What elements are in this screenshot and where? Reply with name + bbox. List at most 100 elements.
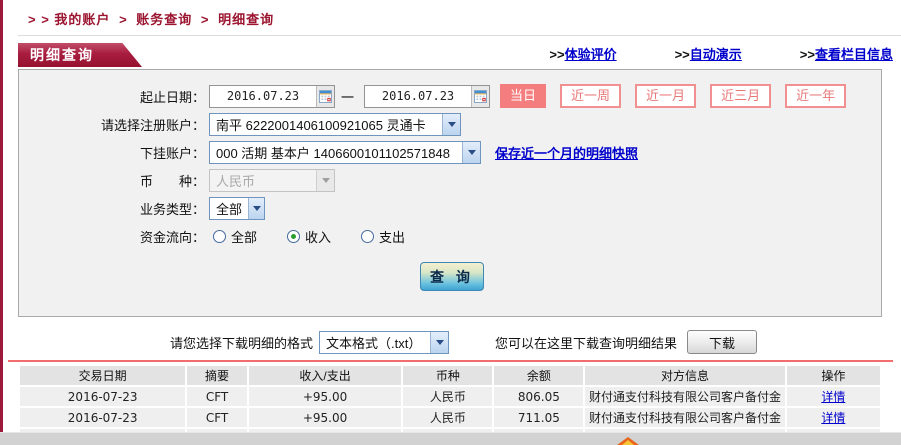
fund-flow-label: 资金流向： bbox=[139, 229, 205, 245]
date-from-value: 2016.07.23 bbox=[226, 89, 300, 103]
cell-counterparty: 财付通支付科技有限公司客户备付金 bbox=[585, 387, 785, 406]
sub-account-select[interactable]: 000 活期 基本户 1406600101102571848 bbox=[209, 140, 481, 164]
header-links: >>体验评价 >>自动演示 >>查看栏目信息 bbox=[549, 44, 893, 67]
pointer-tip-icon bbox=[617, 437, 639, 445]
breadcrumb-prefix: > > bbox=[28, 12, 50, 27]
table-header-row: 交易日期 摘要 收入/支出 币种 余额 对方信息 操作 bbox=[20, 366, 880, 385]
table-top-divider bbox=[8, 360, 893, 362]
col-header-date: 交易日期 bbox=[20, 366, 186, 385]
quick-range-year-button[interactable]: 近一年 bbox=[785, 84, 847, 108]
chevron-down-icon bbox=[316, 169, 334, 191]
download-row: 请您选择下载明细的格式 文本格式（.txt） 您可以在这里下载查询明细结果 下载 bbox=[170, 330, 882, 354]
query-button[interactable]: 查 询 bbox=[420, 262, 484, 291]
cell-date: 2016-07-23 bbox=[20, 387, 186, 406]
cell-amount: +95.00 bbox=[248, 408, 402, 427]
breadcrumb-item-my-account[interactable]: 我的账户 bbox=[54, 12, 110, 27]
cell-action: 详情 bbox=[786, 408, 880, 427]
date-range-label: 起止日期： bbox=[139, 89, 205, 105]
download-format-select[interactable]: 文本格式（.txt） bbox=[319, 330, 450, 354]
download-hint: 您可以在这里下载查询明细结果 bbox=[495, 335, 678, 351]
cell-counterparty: 财付通支付科技有限公司客户备付金 bbox=[585, 408, 785, 427]
header-divider bbox=[18, 35, 901, 36]
radio-flow-income[interactable]: 收入 bbox=[287, 227, 331, 246]
sub-account-row: 下挂账户： 000 活期 基本户 1406600101102571848 保存近… bbox=[19, 138, 881, 166]
sub-account-label: 下挂账户： bbox=[139, 145, 205, 161]
biz-type-row: 业务类型： 全部 bbox=[19, 194, 881, 222]
col-header-action: 操作 bbox=[786, 366, 880, 385]
currency-select-disabled: 人民币 bbox=[209, 168, 335, 192]
radio-icon bbox=[213, 229, 226, 243]
cell-summary: CFT bbox=[187, 387, 247, 406]
calendar-icon[interactable] bbox=[471, 85, 490, 107]
calendar-icon-glyph bbox=[474, 89, 488, 103]
chevron-down-icon bbox=[442, 113, 460, 135]
cell-currency: 人民币 bbox=[403, 387, 493, 406]
cell-action: 详情 bbox=[786, 387, 880, 406]
quick-range-week-button[interactable]: 近一周 bbox=[560, 84, 622, 108]
radio-flow-all[interactable]: 全部 bbox=[213, 227, 257, 246]
download-format-value: 文本格式（.txt） bbox=[326, 335, 422, 351]
registered-account-row: 请选择注册账户： 南平 6222001406100921065 灵通卡 bbox=[19, 110, 881, 138]
breadcrumb-separator: > bbox=[119, 12, 128, 27]
radio-icon bbox=[287, 229, 301, 243]
cell-balance: 806.05 bbox=[494, 387, 584, 406]
calendar-icon[interactable] bbox=[316, 85, 334, 107]
date-to-input[interactable]: 2016.07.23 bbox=[364, 84, 491, 108]
currency-row: 币 种： 人民币 bbox=[19, 166, 881, 194]
quick-range-today-button[interactable]: 当日 bbox=[500, 84, 547, 108]
col-header-currency: 币种 bbox=[403, 366, 493, 385]
breadcrumb-item-account-query[interactable]: 账务查询 bbox=[136, 12, 192, 27]
registered-account-select[interactable]: 南平 6222001406100921065 灵通卡 bbox=[209, 112, 461, 136]
table-row: 2016-07-23 CFT +95.00 人民币 711.05 财付通支付科技… bbox=[20, 408, 880, 427]
tab-row: 明细查询 >>体验评价 >>自动演示 >>查看栏目信息 bbox=[18, 42, 893, 67]
calendar-icon-glyph bbox=[319, 89, 332, 103]
link-auto-demo[interactable]: >>自动演示 bbox=[675, 44, 742, 63]
biz-type-value: 全部 bbox=[216, 201, 243, 217]
biz-type-label: 业务类型： bbox=[139, 201, 205, 217]
tab-detail-query[interactable]: 明细查询 bbox=[18, 43, 114, 67]
date-to-value: 2016.07.23 bbox=[381, 89, 455, 103]
breadcrumb: > > 我的账户 > 账务查询 > 明细查询 bbox=[0, 0, 901, 28]
breadcrumb-separator: > bbox=[200, 12, 210, 27]
currency-value: 人民币 bbox=[216, 173, 256, 189]
date-range-dash: 一 bbox=[341, 89, 355, 105]
bottom-scrollbar-strip[interactable] bbox=[0, 432, 901, 445]
radio-flow-expense[interactable]: 支出 bbox=[361, 227, 405, 246]
col-header-summary: 摘要 bbox=[187, 366, 247, 385]
tab-slant-decoration bbox=[114, 43, 142, 67]
cell-amount: +95.00 bbox=[248, 387, 402, 406]
registered-account-value: 南平 6222001406100921065 灵通卡 bbox=[216, 117, 426, 133]
detail-link[interactable]: 详情 bbox=[821, 411, 845, 425]
date-range-row: 起止日期： 2016.07.23 一 2016.07.23 当日 近一周 近一月… bbox=[19, 82, 881, 110]
save-snapshot-link[interactable]: 保存近一个月的明细快照 bbox=[495, 143, 638, 162]
registered-account-label: 请选择注册账户： bbox=[100, 117, 205, 133]
cell-date: 2016-07-23 bbox=[20, 408, 186, 427]
chevron-down-icon bbox=[248, 197, 264, 219]
col-header-amount: 收入/支出 bbox=[248, 366, 402, 385]
quick-range-3months-button[interactable]: 近三月 bbox=[710, 84, 772, 108]
currency-label: 币 种： bbox=[139, 173, 205, 189]
chevron-down-icon bbox=[462, 141, 480, 163]
query-button-row: 查 询 bbox=[19, 262, 881, 291]
breadcrumb-item-detail-query[interactable]: 明细查询 bbox=[218, 12, 274, 27]
sub-account-value: 000 活期 基本户 1406600101102571848 bbox=[216, 145, 450, 161]
fund-flow-row: 资金流向： 全部 收入 支出 bbox=[19, 222, 881, 250]
cell-currency: 人民币 bbox=[403, 408, 493, 427]
cell-summary: CFT bbox=[187, 408, 247, 427]
link-experience-rating[interactable]: >>体验评价 bbox=[549, 44, 616, 63]
left-accent-strip bbox=[0, 0, 3, 432]
detail-link[interactable]: 详情 bbox=[821, 390, 845, 404]
radio-icon bbox=[361, 229, 375, 243]
download-button[interactable]: 下载 bbox=[687, 330, 758, 354]
quick-range-month-button[interactable]: 近一月 bbox=[635, 84, 697, 108]
detail-query-page: > > 我的账户 > 账务查询 > 明细查询 明细查询 >>体验评价 >>自动演… bbox=[0, 0, 901, 445]
col-header-balance: 余额 bbox=[494, 366, 584, 385]
fund-flow-radio-group: 全部 收入 支出 bbox=[213, 227, 435, 246]
col-header-counterparty: 对方信息 bbox=[585, 366, 785, 385]
cell-balance: 711.05 bbox=[494, 408, 584, 427]
biz-type-select[interactable]: 全部 bbox=[209, 196, 265, 220]
download-format-label: 请您选择下载明细的格式 bbox=[170, 335, 314, 351]
table-row: 2016-07-23 CFT +95.00 人民币 806.05 财付通支付科技… bbox=[20, 387, 880, 406]
link-view-column-info[interactable]: >>查看栏目信息 bbox=[800, 44, 893, 63]
date-from-input[interactable]: 2016.07.23 bbox=[209, 84, 335, 108]
